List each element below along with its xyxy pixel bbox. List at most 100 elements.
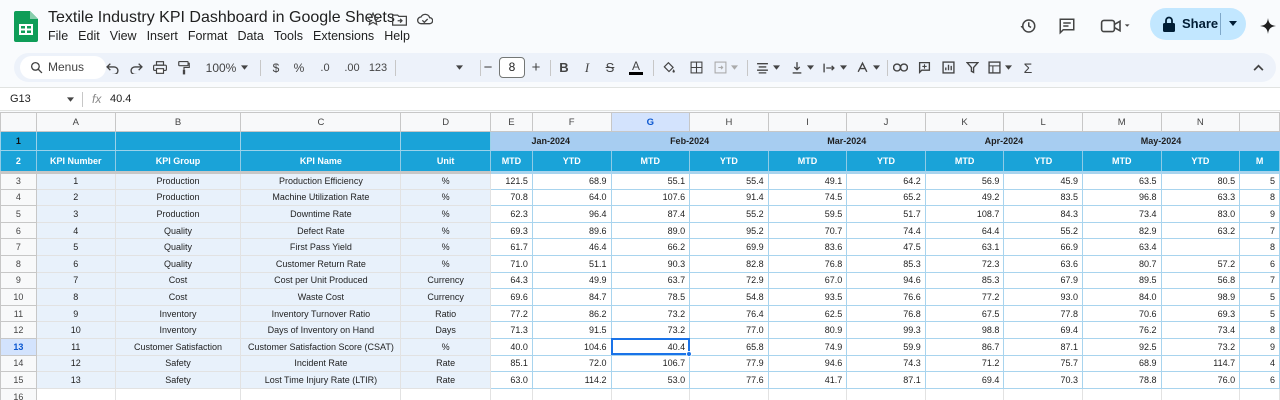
value-cell[interactable]: 62.3	[489, 205, 533, 223]
ytd-header[interactable]: YTD	[531, 150, 612, 173]
value-cell[interactable]: 84.0	[1081, 288, 1162, 306]
empty-cell[interactable]	[240, 387, 402, 400]
format-currency-button[interactable]: $	[268, 58, 284, 77]
value-cell[interactable]: 76.2	[1081, 321, 1162, 339]
value-cell[interactable]: 63.1	[924, 238, 1005, 256]
value-cell[interactable]: 71.0	[489, 254, 533, 273]
value-cell[interactable]: 85.3	[924, 271, 1005, 290]
font-size-input[interactable]: 8	[499, 57, 525, 78]
formula-input[interactable]: 40.4	[110, 93, 131, 105]
column-header-b[interactable]: B	[114, 112, 242, 132]
kpi-name-cell[interactable]: Defect Rate	[240, 221, 402, 240]
kpi-name-cell[interactable]: Lost Time Injury Rate (LTIR)	[240, 371, 402, 389]
menu-help[interactable]: Help	[384, 29, 416, 43]
value-cell-partial[interactable]: 6	[1239, 254, 1280, 273]
value-cell[interactable]: 49.2	[924, 188, 1005, 207]
value-cell[interactable]: 69.3	[489, 221, 533, 240]
merge-cells-icon[interactable]	[711, 58, 741, 77]
value-cell[interactable]: 67.5	[924, 304, 1005, 323]
kpi-group-cell[interactable]: Cost	[114, 271, 242, 290]
value-cell[interactable]: 56.9	[924, 171, 1005, 190]
kpi-name-cell[interactable]: Incident Rate	[240, 354, 402, 373]
kpi-number-cell[interactable]: 9	[35, 304, 116, 323]
value-cell[interactable]: 73.2	[610, 321, 691, 339]
value-cell[interactable]: 73.4	[1160, 321, 1241, 339]
mtd-header-partial[interactable]: M	[1239, 150, 1280, 173]
mtd-header[interactable]: MTD	[767, 150, 848, 173]
value-cell-partial[interactable]: 9	[1239, 205, 1280, 223]
value-cell[interactable]: 86.7	[924, 337, 1005, 356]
chevron-down-icon[interactable]	[67, 97, 74, 102]
value-cell[interactable]: 83.6	[767, 238, 848, 256]
value-cell[interactable]: 72.0	[531, 354, 612, 373]
empty-cell[interactable]	[400, 387, 491, 400]
unit-cell[interactable]: Rate	[400, 354, 491, 373]
ytd-header[interactable]: YTD	[1160, 150, 1241, 173]
value-cell[interactable]: 53.0	[610, 371, 691, 389]
kpi-group-cell[interactable]: Inventory	[114, 304, 242, 323]
value-cell[interactable]: 121.5	[489, 171, 533, 190]
font-family-select[interactable]	[444, 58, 474, 77]
column-header-g[interactable]: G	[610, 112, 691, 132]
kpi-number-cell[interactable]: 6	[35, 254, 116, 273]
value-cell[interactable]: 106.7	[610, 354, 691, 373]
value-cell[interactable]: 70.6	[1081, 304, 1162, 323]
kpi-group-cell[interactable]: Production	[114, 188, 242, 207]
unit-cell[interactable]: Days	[400, 321, 491, 339]
value-cell-partial[interactable]: 6	[1239, 371, 1280, 389]
share-button[interactable]: Share	[1150, 8, 1246, 40]
column-header-i[interactable]: I	[767, 112, 848, 132]
mtd-header[interactable]: MTD	[924, 150, 1005, 173]
text-rotation-icon[interactable]	[854, 58, 882, 77]
value-cell-partial[interactable]: 5	[1239, 288, 1280, 306]
value-cell[interactable]: 64.0	[531, 188, 612, 207]
kpi-number-cell[interactable]: 11	[35, 337, 116, 356]
value-cell[interactable]: 54.8	[689, 288, 769, 306]
unit-cell[interactable]: Rate	[400, 371, 491, 389]
value-cell[interactable]: 51.1	[531, 254, 612, 273]
value-cell[interactable]: 92.5	[1081, 337, 1162, 356]
value-cell[interactable]: 77.8	[1003, 304, 1083, 323]
kpi-name-cell[interactable]: Downtime Rate	[240, 205, 402, 223]
value-cell[interactable]: 73.2	[1160, 337, 1241, 356]
value-cell[interactable]: 55.2	[1003, 221, 1083, 240]
row-header-9[interactable]: 9	[0, 271, 37, 290]
value-cell[interactable]: 63.2	[1160, 221, 1241, 240]
value-cell[interactable]: 76.6	[846, 288, 926, 306]
menu-data[interactable]: Data	[237, 29, 269, 43]
value-cell[interactable]: 77.2	[489, 304, 533, 323]
column-header-partial[interactable]	[1239, 112, 1280, 132]
unit-header[interactable]: Unit	[400, 150, 491, 173]
search-menus-input[interactable]: Menus	[20, 56, 106, 79]
value-cell-partial[interactable]: 8	[1239, 321, 1280, 339]
empty-cell[interactable]	[1239, 387, 1280, 400]
meet-icon[interactable]	[1096, 12, 1136, 40]
value-cell[interactable]: 73.2	[610, 304, 691, 323]
kpi-number-header[interactable]: KPI Number	[35, 150, 116, 173]
column-header-a[interactable]: A	[35, 112, 116, 132]
value-cell[interactable]: 76.8	[846, 304, 926, 323]
value-cell[interactable]: 46.4	[531, 238, 612, 256]
value-cell[interactable]: 71.3	[489, 321, 533, 339]
value-cell-partial[interactable]: 4	[1239, 354, 1280, 373]
kpi-name-cell[interactable]: Days of Inventory on Hand	[240, 321, 402, 339]
star-icon[interactable]	[364, 10, 382, 28]
vertical-align-icon[interactable]	[788, 58, 816, 77]
row-header-16[interactable]: 16	[0, 387, 37, 400]
value-cell[interactable]: 67.0	[767, 271, 848, 290]
unit-cell[interactable]: %	[400, 337, 491, 356]
value-cell[interactable]: 91.5	[531, 321, 612, 339]
value-cell[interactable]: 94.6	[767, 354, 848, 373]
print-icon[interactable]	[152, 58, 168, 77]
value-cell[interactable]: 104.6	[531, 337, 612, 356]
value-cell[interactable]: 74.4	[846, 221, 926, 240]
sheets-logo-icon[interactable]	[14, 11, 38, 42]
paint-format-icon[interactable]	[176, 58, 192, 77]
value-cell[interactable]: 45.9	[1003, 171, 1083, 190]
format-percent-button[interactable]: %	[291, 58, 307, 77]
kpi-number-cell[interactable]: 5	[35, 238, 116, 256]
kpi-name-header[interactable]: KPI Name	[240, 150, 402, 173]
value-cell[interactable]: 66.9	[1003, 238, 1083, 256]
ytd-header[interactable]: YTD	[846, 150, 926, 173]
header-cell[interactable]	[1239, 131, 1280, 151]
